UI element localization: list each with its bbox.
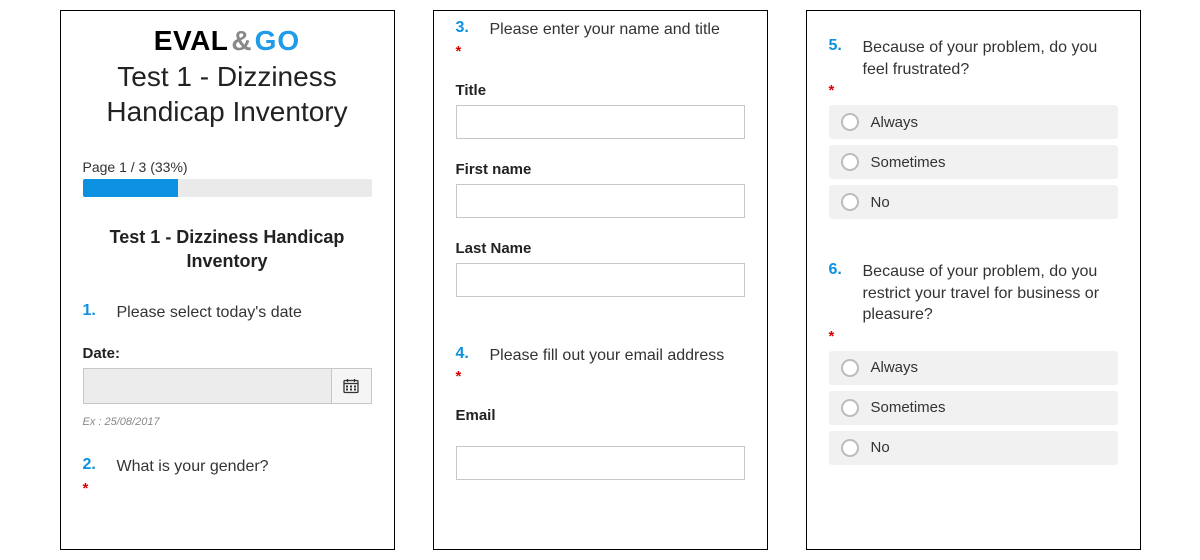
option-no[interactable]: No [829,431,1118,465]
last-name-input[interactable] [456,263,745,297]
survey-panel-2: 3. Please enter your name and title * Ti… [433,10,768,550]
email-field-label: Email [456,407,745,424]
question-number: 6. [829,261,851,326]
brand-logo: EVAL&GO [83,25,372,57]
progress-block: Page 1 / 3 (33%) [83,159,372,197]
question-6: 6. Because of your problem, do you restr… [829,261,1118,465]
option-label: No [871,194,890,211]
radio-icon [841,399,859,417]
first-name-field-label: First name [456,161,745,178]
question-4: 4. Please fill out your email address * … [456,345,745,481]
survey-panel-3: 5. Because of your problem, do you feel … [806,10,1141,550]
required-marker: * [456,368,745,385]
option-label: Always [871,114,919,131]
date-input[interactable] [83,368,332,404]
date-field-label: Date: [83,345,372,362]
option-sometimes[interactable]: Sometimes [829,145,1118,179]
option-no[interactable]: No [829,185,1118,219]
question-number: 5. [829,37,851,80]
progress-bar [83,179,372,197]
survey-main-title: Test 1 - Dizziness Handicap Inventory [83,59,372,129]
survey-subtitle: Test 1 - Dizziness Handicap Inventory [83,225,372,274]
logo-text-go: GO [255,25,301,56]
question-text: Please select today's date [117,302,302,324]
question-number: 1. [83,302,105,324]
question-number: 4. [456,345,478,367]
question-3: 3. Please enter your name and title * Ti… [456,19,745,297]
survey-panel-1: EVAL&GO Test 1 - Dizziness Handicap Inve… [60,10,395,550]
progress-fill [83,179,178,197]
question-text: Please enter your name and title [490,19,720,41]
option-sometimes[interactable]: Sometimes [829,391,1118,425]
logo-text-amp: & [231,25,251,56]
question-number: 3. [456,19,478,41]
option-label: Sometimes [871,154,946,171]
last-name-field-label: Last Name [456,240,745,257]
question-number: 2. [83,456,105,478]
question-text: What is your gender? [117,456,269,478]
first-name-input[interactable] [456,184,745,218]
required-marker: * [829,328,1118,345]
radio-icon [841,153,859,171]
question-text: Because of your problem, do you feel fru… [863,37,1118,80]
option-label: No [871,439,890,456]
title-input[interactable] [456,105,745,139]
required-marker: * [829,82,1118,99]
title-field-label: Title [456,82,745,99]
email-input[interactable] [456,446,745,480]
calendar-icon [343,378,359,394]
question-text: Because of your problem, do you restrict… [863,261,1118,326]
radio-icon [841,439,859,457]
question-5: 5. Because of your problem, do you feel … [829,37,1118,219]
logo-text-eval: EVAL [154,25,229,56]
question-2: 2. What is your gender? * [83,456,372,497]
progress-label: Page 1 / 3 (33%) [83,159,372,175]
required-marker: * [456,43,745,60]
question-text: Please fill out your email address [490,345,725,367]
question-1: 1. Please select today's date Date: Ex :… [83,302,372,429]
option-always[interactable]: Always [829,105,1118,139]
date-hint: Ex : 25/08/2017 [83,416,372,428]
radio-icon [841,359,859,377]
required-marker: * [83,480,372,497]
radio-icon [841,113,859,131]
option-label: Always [871,359,919,376]
option-always[interactable]: Always [829,351,1118,385]
option-label: Sometimes [871,399,946,416]
radio-icon [841,193,859,211]
date-picker-button[interactable] [332,368,372,404]
